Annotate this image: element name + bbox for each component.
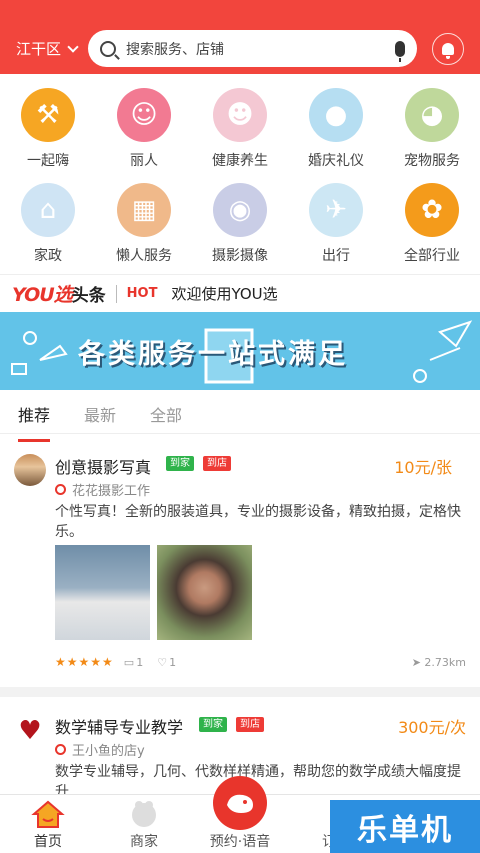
tab-home-label: 首页: [34, 834, 62, 850]
heart-icon[interactable]: ♡: [157, 656, 167, 669]
notification-button[interactable]: [432, 33, 464, 65]
category-label: 健康养生: [212, 153, 268, 169]
tab-home[interactable]: 首页: [0, 795, 96, 850]
badge-in-store: 到店: [236, 717, 264, 732]
post-photo[interactable]: [55, 545, 150, 640]
section-divider: [0, 687, 480, 697]
feed-tabs: 推荐 最新 全部: [0, 392, 480, 442]
divider: [115, 284, 117, 303]
category-label: 摄影摄像: [212, 248, 268, 264]
category-item[interactable]: ✿ 全部行业: [384, 179, 480, 274]
category-item[interactable]: ⚒ 一起嗨: [0, 84, 96, 179]
category-item[interactable]: ▦ 懒人服务: [96, 179, 192, 274]
post-meta: ★★★★★ ▭ 1 ♡ 1: [55, 655, 176, 669]
brand-logo: YOU选: [12, 284, 73, 306]
category-item[interactable]: ✈ 出行: [288, 179, 384, 274]
brand-logo-suffix: 头条: [71, 286, 106, 306]
category-item[interactable]: ⌂ 家政: [0, 179, 96, 274]
tab-latest[interactable]: 最新: [84, 392, 116, 433]
watermark: 乐单机: [330, 800, 480, 853]
face-mask-icon: ☻: [213, 88, 267, 142]
tab-recommended[interactable]: 推荐: [18, 392, 51, 442]
tab-merchant[interactable]: 商家: [96, 795, 192, 850]
category-label: 一起嗨: [27, 153, 69, 169]
category-label: 婚庆礼仪: [308, 153, 364, 169]
beauty-icon: ☺: [117, 88, 171, 142]
price: 300元/次: [398, 718, 466, 737]
category-label: 出行: [322, 248, 350, 264]
district-selector[interactable]: 江干区: [16, 38, 79, 59]
post-title: 创意摄影写真: [55, 458, 152, 477]
shop-icon: [55, 744, 66, 755]
category-label: 全部行业: [404, 248, 460, 264]
district-label: 江干区: [16, 40, 62, 58]
shop-icon: [55, 484, 66, 495]
merchant-icon: [132, 801, 156, 827]
search-input[interactable]: 搜索服务、店铺: [88, 30, 417, 67]
category-item[interactable]: ☺ 丽人: [96, 84, 192, 179]
app-header: 江干区 搜索服务、店铺: [0, 0, 480, 74]
avatar: ♥: [14, 715, 46, 747]
post-title: 数学辅导专业教学: [55, 718, 184, 737]
ticker-text: 欢迎使用YOU选: [171, 285, 278, 303]
shop-label: 花花摄影工作: [72, 484, 151, 499]
category-label: 家政: [34, 248, 62, 264]
chevron-down-icon: [67, 40, 79, 53]
post-description: 个性写真！全新的服装道具，专业的摄影设备，精致拍摄，定格快乐。: [55, 504, 461, 540]
distance-value: 2.73km: [424, 656, 466, 669]
comment-icon[interactable]: ▭: [124, 656, 134, 669]
tab-all[interactable]: 全部: [150, 392, 182, 433]
tab-booking-label: 预约·语音: [209, 834, 271, 850]
vacuum-icon: ⌂: [21, 183, 75, 237]
rating-stars: ★★★★★: [55, 655, 114, 669]
banner-text: 各类服务一站式满足: [78, 339, 348, 370]
dumbbell-icon: ⚒: [21, 88, 75, 142]
category-item[interactable]: ● 婚庆礼仪: [288, 84, 384, 179]
search-icon: [100, 40, 116, 57]
category-label: 宠物服务: [404, 153, 460, 169]
news-ticker[interactable]: YOU选 头条 HOT 欢迎使用YOU选: [0, 274, 480, 312]
badge-home-service: 到家: [199, 717, 227, 732]
bell-icon: [442, 43, 454, 59]
microphone-icon[interactable]: [395, 40, 405, 62]
shop-label: 王小鱼的店y: [72, 744, 145, 759]
category-label: 丽人: [130, 153, 158, 169]
whale-icon: [227, 794, 253, 813]
price: 10元/张: [394, 458, 452, 477]
tab-merchant-label: 商家: [130, 834, 158, 850]
category-item[interactable]: ☻ 健康养生: [192, 84, 288, 179]
shop-name[interactable]: 花花摄影工作: [55, 480, 150, 499]
balloons-icon: ●: [309, 88, 363, 142]
camera-icon: ◉: [213, 183, 267, 237]
grid-icon: ✿: [405, 183, 459, 237]
location-icon: ➤: [411, 656, 425, 669]
shop-name[interactable]: 王小鱼的店y: [55, 740, 145, 759]
like-count: 1: [169, 655, 177, 669]
hot-label: HOT: [126, 286, 158, 301]
avatar: [14, 454, 46, 486]
post-photo[interactable]: [157, 545, 252, 640]
badge-in-store: 到店: [203, 456, 231, 471]
category-label: 懒人服务: [116, 248, 172, 264]
category-item[interactable]: ◕ 宠物服务: [384, 84, 480, 179]
distance: ➤ 2.73km: [412, 656, 466, 669]
voice-booking-button[interactable]: [213, 776, 267, 830]
monkey-icon: ◕: [405, 88, 459, 142]
calculator-icon: ▦: [117, 183, 171, 237]
comment-count: 1: [136, 655, 144, 669]
home-icon: [31, 800, 65, 828]
category-item[interactable]: ◉ 摄影摄像: [192, 179, 288, 274]
badge-home-service: 到家: [166, 456, 194, 471]
airplane-icon: ✈: [309, 183, 363, 237]
list-item[interactable]: 创意摄影写真 到家 到店 10元/张 花花摄影工作 个性写真！全新的服装道具，专…: [0, 436, 480, 686]
promo-banner[interactable]: 各类服务一站式满足: [0, 312, 480, 390]
category-grid: ⚒ 一起嗨 ☺ 丽人 ☻ 健康养生 ● 婚庆礼仪 ◕ 宠物服务 ⌂ 家政 ▦ 懒人服务 ◉ 摄影摄像 ✈ 出行 ✿ 全…: [0, 84, 480, 270]
search-placeholder: 搜索服务、店铺: [126, 41, 224, 58]
